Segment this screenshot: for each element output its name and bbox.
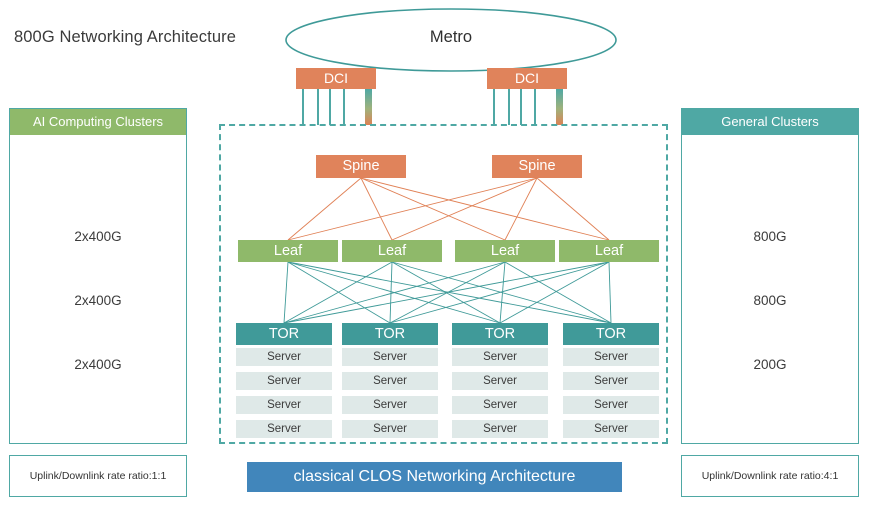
dci-right-gradient-link: [556, 89, 563, 125]
metro-label: Metro: [429, 28, 473, 46]
server-node-4-3[interactable]: Server: [563, 396, 659, 414]
tor-node-4[interactable]: TOR: [563, 323, 659, 345]
ai-rate-0: 2x400G: [74, 229, 122, 244]
dci-right-downlinks: [493, 89, 536, 125]
server-node-1-2[interactable]: Server: [236, 372, 332, 390]
server-node-2-2[interactable]: Server: [342, 372, 438, 390]
diagram-canvas: 800G Networking Architecture Metro DCI D…: [0, 0, 871, 520]
leaf-node-1[interactable]: Leaf: [238, 240, 338, 262]
ai-rate-1: 2x400G: [74, 293, 122, 308]
leaf-node-2[interactable]: Leaf: [342, 240, 442, 262]
server-node-3-2[interactable]: Server: [452, 372, 548, 390]
spine-node-2[interactable]: Spine: [492, 155, 582, 178]
general-uplink-downlink-ratio-box: Uplink/Downlink rate ratio:4:1: [681, 455, 859, 497]
tor-node-3[interactable]: TOR: [452, 323, 548, 345]
server-node-2-3[interactable]: Server: [342, 396, 438, 414]
server-node-1-4[interactable]: Server: [236, 420, 332, 438]
ai-rate-2: 2x400G: [74, 357, 122, 372]
leaf-node-4[interactable]: Leaf: [559, 240, 659, 262]
dci-node-left[interactable]: DCI: [296, 68, 376, 89]
ai-clusters-header: AI Computing Clusters: [10, 109, 186, 135]
ai-computing-clusters-panel: AI Computing Clusters 2x400G 2x400G 2x40…: [9, 108, 187, 444]
dci-left-gradient-link: [365, 89, 372, 125]
leaf-node-3[interactable]: Leaf: [455, 240, 555, 262]
server-node-3-3[interactable]: Server: [452, 396, 548, 414]
general-ratio-text: Uplink/Downlink rate ratio:4:1: [701, 470, 839, 482]
ai-uplink-downlink-ratio-box: Uplink/Downlink rate ratio:1:1: [9, 455, 187, 497]
server-node-4-2[interactable]: Server: [563, 372, 659, 390]
server-node-3-4[interactable]: Server: [452, 420, 548, 438]
ai-clusters-body: 2x400G 2x400G 2x400G: [10, 135, 186, 443]
tor-node-1[interactable]: TOR: [236, 323, 332, 345]
general-rate-2: 200G: [753, 357, 787, 372]
dci-node-right[interactable]: DCI: [487, 68, 567, 89]
page-title: 800G Networking Architecture: [14, 28, 236, 46]
general-clusters-panel: General Clusters 800G 800G 200G: [681, 108, 859, 444]
server-node-1-3[interactable]: Server: [236, 396, 332, 414]
server-node-3-1[interactable]: Server: [452, 348, 548, 366]
general-clusters-body: 800G 800G 200G: [682, 135, 858, 443]
general-rate-0: 800G: [753, 229, 787, 244]
server-node-2-1[interactable]: Server: [342, 348, 438, 366]
general-rate-1: 800G: [753, 293, 787, 308]
server-node-4-1[interactable]: Server: [563, 348, 659, 366]
general-clusters-header: General Clusters: [682, 109, 858, 135]
spine-node-1[interactable]: Spine: [316, 155, 406, 178]
clos-architecture-banner: classical CLOS Networking Architecture: [247, 462, 622, 492]
server-node-2-4[interactable]: Server: [342, 420, 438, 438]
dci-left-downlinks: [302, 89, 345, 125]
server-node-1-1[interactable]: Server: [236, 348, 332, 366]
tor-node-2[interactable]: TOR: [342, 323, 438, 345]
server-node-4-4[interactable]: Server: [563, 420, 659, 438]
ai-ratio-text: Uplink/Downlink rate ratio:1:1: [29, 470, 167, 482]
